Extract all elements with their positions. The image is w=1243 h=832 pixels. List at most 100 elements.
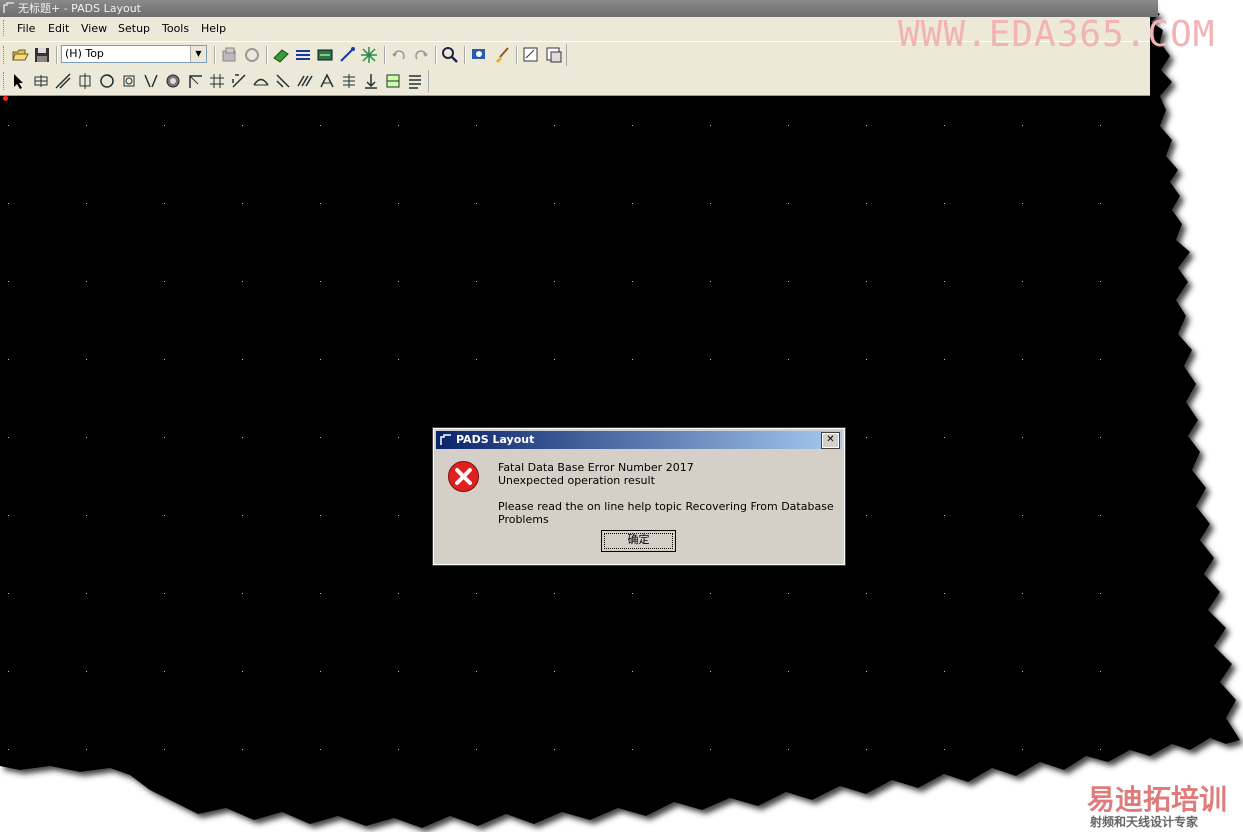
spin-icon[interactable]: [120, 72, 138, 90]
grid-dot: [8, 203, 9, 204]
grid-dot: [476, 281, 477, 282]
toolbar-grip[interactable]: [3, 72, 7, 90]
origin-marker: [3, 96, 8, 101]
menu-view[interactable]: View: [81, 22, 107, 35]
refresh-icon[interactable]: [243, 46, 261, 64]
layer-select[interactable]: (H) Top ▼: [61, 45, 207, 63]
grid-dot: [1100, 125, 1101, 126]
report-icon[interactable]: [522, 46, 540, 64]
grid-dot: [1100, 437, 1101, 438]
dimension-icon[interactable]: [316, 46, 334, 64]
grid-dot: [320, 593, 321, 594]
dialog-titlebar[interactable]: PADS Layout ✕: [436, 431, 842, 449]
grid-dot: [86, 593, 87, 594]
route-diagonal-icon[interactable]: [54, 72, 72, 90]
chevron-down-icon[interactable]: ▼: [190, 46, 206, 62]
drafting-icon[interactable]: [272, 46, 290, 64]
add-route-icon[interactable]: [274, 72, 292, 90]
menu-setup[interactable]: Setup: [118, 22, 150, 35]
arc-icon[interactable]: [230, 72, 248, 90]
window-title: 无标题+ - PADS Layout: [18, 2, 141, 15]
grid-dot: [164, 125, 165, 126]
grid-dot: [476, 749, 477, 750]
grid-dot: [8, 515, 9, 516]
bus-route-icon[interactable]: [296, 72, 314, 90]
grid-dot: [164, 671, 165, 672]
grid-dot: [632, 593, 633, 594]
grid-dot: [866, 359, 867, 360]
grid-dot: [1100, 281, 1101, 282]
curve-icon[interactable]: [252, 72, 270, 90]
menu-help[interactable]: Help: [201, 22, 226, 35]
undo-icon[interactable]: [390, 46, 408, 64]
grid-dot: [86, 125, 87, 126]
corner-icon[interactable]: [186, 72, 204, 90]
list-icon[interactable]: [406, 72, 424, 90]
redo-icon[interactable]: [412, 46, 430, 64]
grid-dot: [1022, 281, 1023, 282]
split-icon[interactable]: [208, 72, 226, 90]
grid-dot: [242, 593, 243, 594]
design-icon[interactable]: [294, 46, 312, 64]
open-icon[interactable]: [11, 46, 29, 64]
flip-icon[interactable]: [142, 72, 160, 90]
menubar-grip[interactable]: [3, 20, 7, 36]
menu-edit[interactable]: Edit: [48, 22, 69, 35]
grid-dot: [944, 671, 945, 672]
grid-dot: [1100, 593, 1101, 594]
brand-logo: 易迪拓培训: [1087, 783, 1228, 816]
sketch-route-icon[interactable]: [340, 72, 358, 90]
grid-dot: [320, 125, 321, 126]
grid-dot: [1022, 515, 1023, 516]
ok-button[interactable]: 确定: [601, 530, 676, 552]
close-icon[interactable]: ✕: [821, 432, 840, 449]
toolbar-grip[interactable]: [3, 46, 7, 64]
add-component-icon[interactable]: [76, 72, 94, 90]
dynamic-route-icon[interactable]: [318, 72, 336, 90]
grid-dot: [710, 749, 711, 750]
grid-dot: [242, 203, 243, 204]
grid-dot: [866, 281, 867, 282]
grid-dot: [398, 359, 399, 360]
grid-dot: [1022, 593, 1023, 594]
grid-dot: [866, 203, 867, 204]
grid-dot: [86, 515, 87, 516]
properties-icon[interactable]: [220, 46, 238, 64]
grid-dot: [164, 359, 165, 360]
zoom-icon[interactable]: [441, 46, 459, 64]
grid-dot: [8, 671, 9, 672]
menu-tools[interactable]: Tools: [162, 22, 189, 35]
menu-file[interactable]: File: [17, 22, 35, 35]
grid-dot: [398, 281, 399, 282]
rotate-icon[interactable]: [98, 72, 116, 90]
grid-dot: [8, 749, 9, 750]
grid-dot: [866, 125, 867, 126]
eco-icon[interactable]: [360, 46, 378, 64]
grid-dot: [788, 359, 789, 360]
grid-dot: [710, 671, 711, 672]
grid-dot: [1100, 359, 1101, 360]
grid-dot: [866, 515, 867, 516]
select-arrow-icon[interactable]: [10, 72, 28, 90]
route-icon[interactable]: [338, 46, 356, 64]
error-icon: [448, 461, 479, 492]
grid-dot: [164, 593, 165, 594]
grid-dot: [866, 437, 867, 438]
grid-dot: [398, 671, 399, 672]
design-toolbar: [0, 68, 1150, 96]
grid-dot: [788, 749, 789, 750]
grid-dot: [8, 359, 9, 360]
stitching-icon[interactable]: [384, 72, 402, 90]
length-icon[interactable]: [362, 72, 380, 90]
display-icon[interactable]: [470, 46, 488, 64]
window-icon[interactable]: [545, 46, 563, 64]
save-icon[interactable]: [33, 46, 51, 64]
layer-select-value: (H) Top: [65, 47, 104, 60]
grid-dot: [242, 515, 243, 516]
grid-dot: [164, 749, 165, 750]
move-icon[interactable]: [32, 72, 50, 90]
grid-dot: [164, 203, 165, 204]
paint-brush-icon[interactable]: [493, 46, 511, 64]
via-icon[interactable]: [164, 72, 182, 90]
grid-dot: [320, 671, 321, 672]
